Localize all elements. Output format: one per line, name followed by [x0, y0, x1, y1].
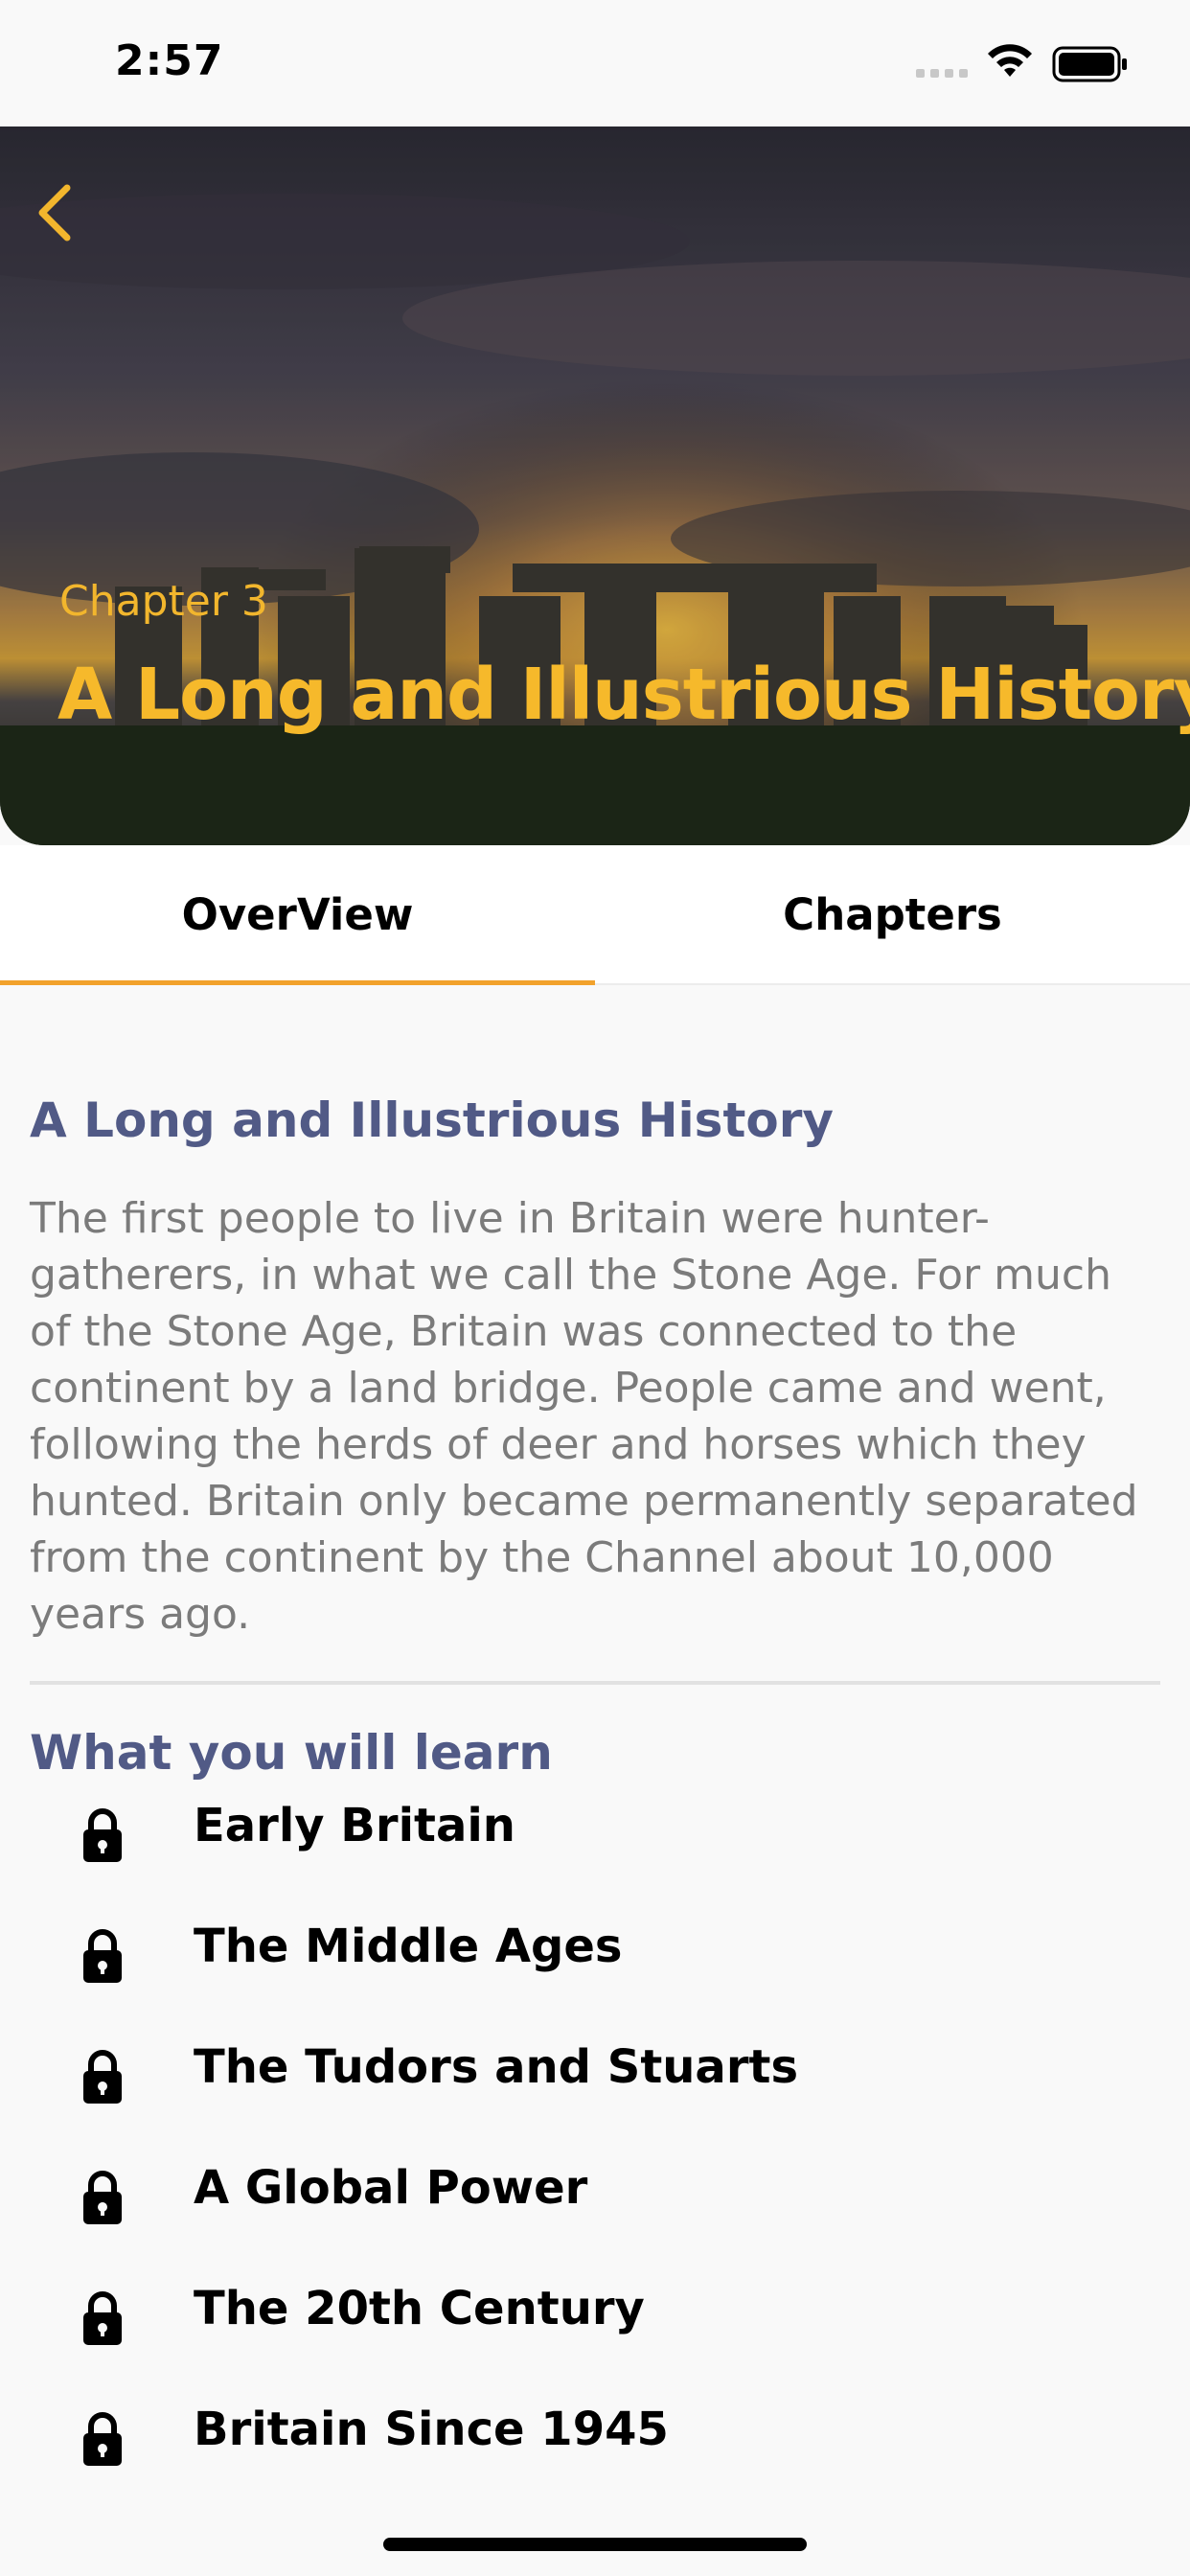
lock-icon	[83, 1808, 122, 1862]
list-item[interactable]: The Middle Ages	[0, 1898, 1190, 2004]
overview-content: A Long and Illustrious History The first…	[30, 1092, 1160, 1781]
overview-title: A Long and Illustrious History	[30, 1092, 834, 1148]
learn-item-label: The Middle Ages	[194, 1920, 623, 1973]
learn-section-title: What you will learn	[30, 1725, 553, 1781]
divider	[30, 1681, 1160, 1685]
chapter-label: Chapter 3	[59, 577, 268, 626]
hero-title: A Long and Illustrious History	[57, 654, 1190, 736]
stonehenge-sunset-image	[0, 126, 1190, 845]
hero-banner: Chapter 3 A Long and Illustrious History	[0, 126, 1190, 845]
lock-icon	[83, 2050, 122, 2104]
learn-item-label: A Global Power	[194, 2161, 588, 2215]
list-item[interactable]: A Global Power	[0, 2140, 1190, 2245]
lock-icon	[83, 2171, 122, 2224]
learn-item-label: Britain Since 1945	[194, 2403, 669, 2456]
learn-item-label: Early Britain	[194, 1799, 515, 1852]
tab-overview[interactable]: OverView	[0, 845, 595, 983]
cellular-signal-icon	[916, 69, 968, 78]
overview-body: The first people to live in Britain were…	[30, 1194, 1138, 1639]
status-bar: 2:57	[0, 0, 1190, 126]
list-item[interactable]: The Tudors and Stuarts	[0, 2019, 1190, 2125]
learn-item-label: The 20th Century	[194, 2282, 645, 2335]
lock-icon	[83, 1929, 122, 1983]
list-item[interactable]: The 20th Century	[0, 2261, 1190, 2366]
lock-icon	[83, 2291, 122, 2345]
lock-icon	[83, 2412, 122, 2466]
back-button[interactable]	[27, 174, 84, 251]
wifi-icon	[988, 44, 1032, 77]
list-item[interactable]: Early Britain	[0, 1778, 1190, 1883]
tab-bar: OverView Chapters	[0, 845, 1190, 985]
battery-icon	[1052, 46, 1127, 82]
list-item[interactable]: Britain Since 1945	[0, 2381, 1190, 2487]
home-indicator[interactable]	[383, 2538, 807, 2551]
learn-item-label: The Tudors and Stuarts	[194, 2040, 799, 2094]
status-time: 2:57	[115, 36, 224, 85]
tab-chapters[interactable]: Chapters	[595, 845, 1190, 983]
tab-selected-indicator	[0, 980, 595, 985]
